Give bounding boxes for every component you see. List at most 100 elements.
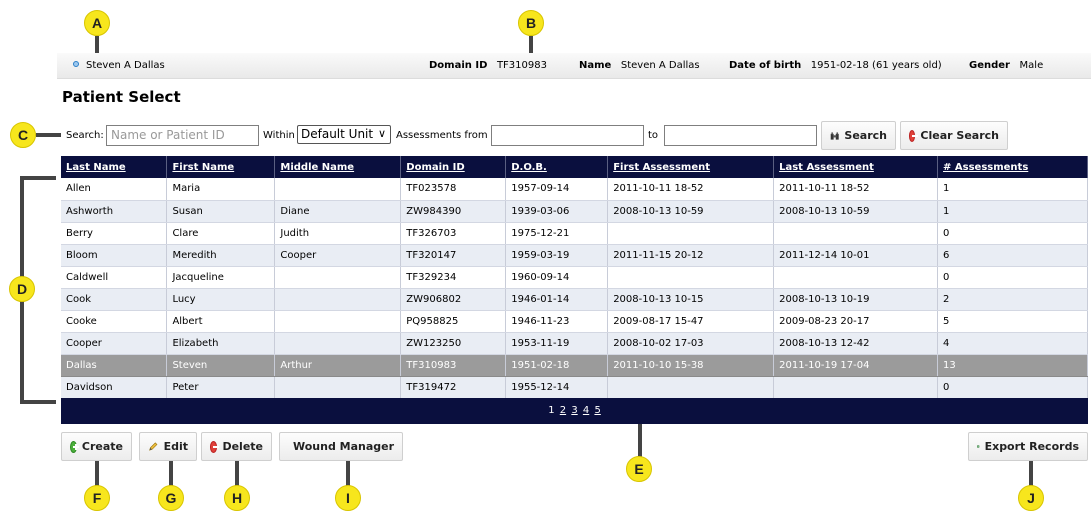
table-row[interactable]: Cooper Elizabeth ZW123250 1953-11-19 2008-10… <box>61 332 1088 355</box>
page-2[interactable]: 2 <box>560 405 566 416</box>
assessments-from-label: Assessments from <box>396 130 488 141</box>
pencil-icon <box>149 442 158 451</box>
cell-last-name: Cooke <box>61 310 168 333</box>
within-label: Within <box>263 130 295 141</box>
cell-domain-id: TF320147 <box>400 244 507 267</box>
cell-assessment-count: 0 <box>937 222 1088 245</box>
cell-last-assessment <box>773 222 939 245</box>
cell-dob: 1946-11-23 <box>505 310 609 333</box>
to-label: to <box>648 130 659 141</box>
cell-middle-name <box>274 178 402 201</box>
search-button[interactable]: Search <box>821 121 896 150</box>
header-dob: Date of birth 1951-02-18 (61 years old) <box>729 60 942 71</box>
column-header-first-name[interactable]: First Name <box>166 156 276 178</box>
table-row[interactable]: Caldwell Jacqueline TF329234 1960-09-14 0 <box>61 266 1088 289</box>
table-header-row: Last Name First Name Middle Name Domain … <box>61 156 1088 178</box>
cell-middle-name <box>274 288 402 311</box>
cell-assessment-count: 1 <box>937 200 1088 223</box>
table-row[interactable]: Davidson Peter TF319472 1955-12-14 0 <box>61 376 1088 399</box>
cell-dob: 1975-12-21 <box>505 222 609 245</box>
cell-first-name: Steven <box>166 354 276 377</box>
cell-middle-name: Judith <box>274 222 402 245</box>
page-4[interactable]: 4 <box>583 405 589 416</box>
cell-last-name: Allen <box>61 178 168 201</box>
cell-last-name: Dallas <box>61 354 168 377</box>
column-header-last-assessment[interactable]: Last Assessment <box>773 156 939 178</box>
cell-first-assessment <box>607 222 775 245</box>
cell-first-name: Susan <box>166 200 276 223</box>
cell-first-assessment: 2011-10-10 15-38 <box>607 354 775 377</box>
header-gender: Gender Male <box>969 60 1044 71</box>
cell-last-assessment: 2011-12-14 10-01 <box>773 244 939 267</box>
pagination-bar: 1 2 3 4 5 <box>61 398 1088 424</box>
cell-assessment-count: 4 <box>937 332 1088 355</box>
column-header-middle-name[interactable]: Middle Name <box>274 156 402 178</box>
header-domain-id: Domain ID TF310983 <box>429 60 547 71</box>
cell-last-assessment <box>773 376 939 399</box>
cell-assessment-count: 0 <box>937 266 1088 289</box>
cell-domain-id: TF023578 <box>400 178 507 201</box>
current-patient[interactable]: Steven A Dallas <box>73 60 165 71</box>
page-title: Patient Select <box>62 88 181 106</box>
cell-assessment-count: 0 <box>937 376 1088 399</box>
table-row[interactable]: Bloom Meredith Cooper TF320147 1959-03-19 201… <box>61 244 1088 267</box>
cell-last-assessment: 2008-10-13 10-19 <box>773 288 939 311</box>
clear-search-button[interactable]: Clear Search <box>900 121 1008 150</box>
cell-middle-name: Diane <box>274 200 402 223</box>
cell-first-assessment: 2008-10-13 10-59 <box>607 200 775 223</box>
table-row[interactable]: Allen Maria TF023578 1957-09-14 2011-10-11 1… <box>61 178 1088 201</box>
cell-assessment-count: 1 <box>937 178 1088 201</box>
table-row[interactable]: Cook Lucy ZW906802 1946-01-14 2008-10-13 10-… <box>61 288 1088 311</box>
cell-first-name: Lucy <box>166 288 276 311</box>
page-3[interactable]: 3 <box>571 405 577 416</box>
excel-export-icon <box>977 445 980 448</box>
column-header-assessment-count[interactable]: # Assessments <box>937 156 1088 178</box>
cell-first-name: Jacqueline <box>166 266 276 289</box>
cell-last-assessment: 2011-10-19 17-04 <box>773 354 939 377</box>
cell-last-assessment: 2011-10-11 18-52 <box>773 178 939 201</box>
column-header-dob[interactable]: D.O.B. <box>505 156 609 178</box>
cell-last-name: Bloom <box>61 244 168 267</box>
page-1[interactable]: 1 <box>548 405 554 416</box>
cell-first-assessment: 2011-11-15 20-12 <box>607 244 775 267</box>
unit-select[interactable]: Default Unit ∨ <box>297 125 391 144</box>
wound-manager-button[interactable]: Wound Manager <box>279 432 403 461</box>
cell-last-assessment: 2009-08-23 20-17 <box>773 310 939 333</box>
column-header-last-name[interactable]: Last Name <box>61 156 168 178</box>
cell-middle-name <box>274 310 402 333</box>
cell-last-name: Berry <box>61 222 168 245</box>
cell-domain-id: ZW984390 <box>400 200 507 223</box>
cell-first-assessment: 2008-10-13 10-15 <box>607 288 775 311</box>
create-button[interactable]: Create <box>61 432 132 461</box>
cell-first-name: Elizabeth <box>166 332 276 355</box>
assessments-to-input[interactable] <box>664 125 817 146</box>
export-records-button[interactable]: Export Records <box>968 432 1088 461</box>
cell-domain-id: ZW906802 <box>400 288 507 311</box>
delete-button[interactable]: Delete <box>201 432 272 461</box>
table-row[interactable]: Cooke Albert PQ958825 1946-11-23 2009-08-17 … <box>61 310 1088 333</box>
binoculars-icon <box>830 131 839 140</box>
page-5[interactable]: 5 <box>594 405 600 416</box>
search-input[interactable]: Name or Patient ID <box>106 125 259 146</box>
cell-first-assessment <box>607 266 775 289</box>
cell-domain-id: TF310983 <box>400 354 507 377</box>
cell-last-assessment: 2008-10-13 12-42 <box>773 332 939 355</box>
cell-dob: 1960-09-14 <box>505 266 609 289</box>
edit-button[interactable]: Edit <box>139 432 197 461</box>
cell-domain-id: TF319472 <box>400 376 507 399</box>
cell-assessment-count: 6 <box>937 244 1088 267</box>
table-row[interactable]: Berry Clare Judith TF326703 1975-12-21 0 <box>61 222 1088 245</box>
cell-last-assessment <box>773 266 939 289</box>
cell-domain-id: TF326703 <box>400 222 507 245</box>
table-row[interactable]: Ashworth Susan Diane ZW984390 1939-03-06 2008… <box>61 200 1088 223</box>
cell-middle-name: Cooper <box>274 244 402 267</box>
table-row-selected[interactable]: Dallas Steven Arthur TF310983 1951-02-18 2011… <box>61 354 1088 377</box>
column-header-first-assessment[interactable]: First Assessment <box>607 156 775 178</box>
bullet-icon <box>73 61 79 67</box>
cell-last-name: Cooper <box>61 332 168 355</box>
column-header-domain-id[interactable]: Domain ID <box>400 156 507 178</box>
minus-circle-icon <box>210 440 219 453</box>
cell-dob: 1946-01-14 <box>505 288 609 311</box>
assessments-from-input[interactable] <box>491 125 644 146</box>
cell-domain-id: ZW123250 <box>400 332 507 355</box>
